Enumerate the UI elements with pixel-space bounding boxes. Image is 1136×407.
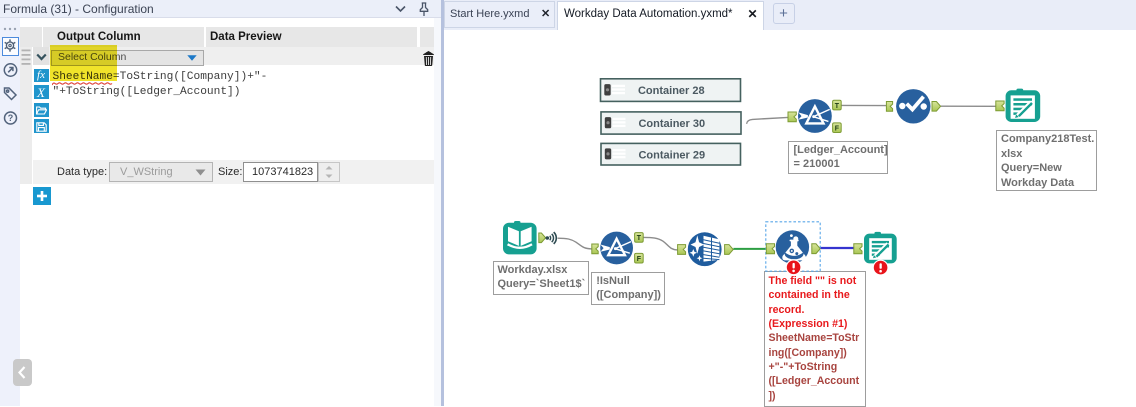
svg-text:T: T xyxy=(835,103,840,110)
svg-text:F: F xyxy=(637,256,642,263)
svg-text:F: F xyxy=(835,126,840,133)
svg-text:T: T xyxy=(637,235,642,242)
svg-text:Container 29: Container 29 xyxy=(638,149,705,161)
svg-text:Container 28: Container 28 xyxy=(638,85,705,97)
svg-text:Container 30: Container 30 xyxy=(638,118,705,130)
